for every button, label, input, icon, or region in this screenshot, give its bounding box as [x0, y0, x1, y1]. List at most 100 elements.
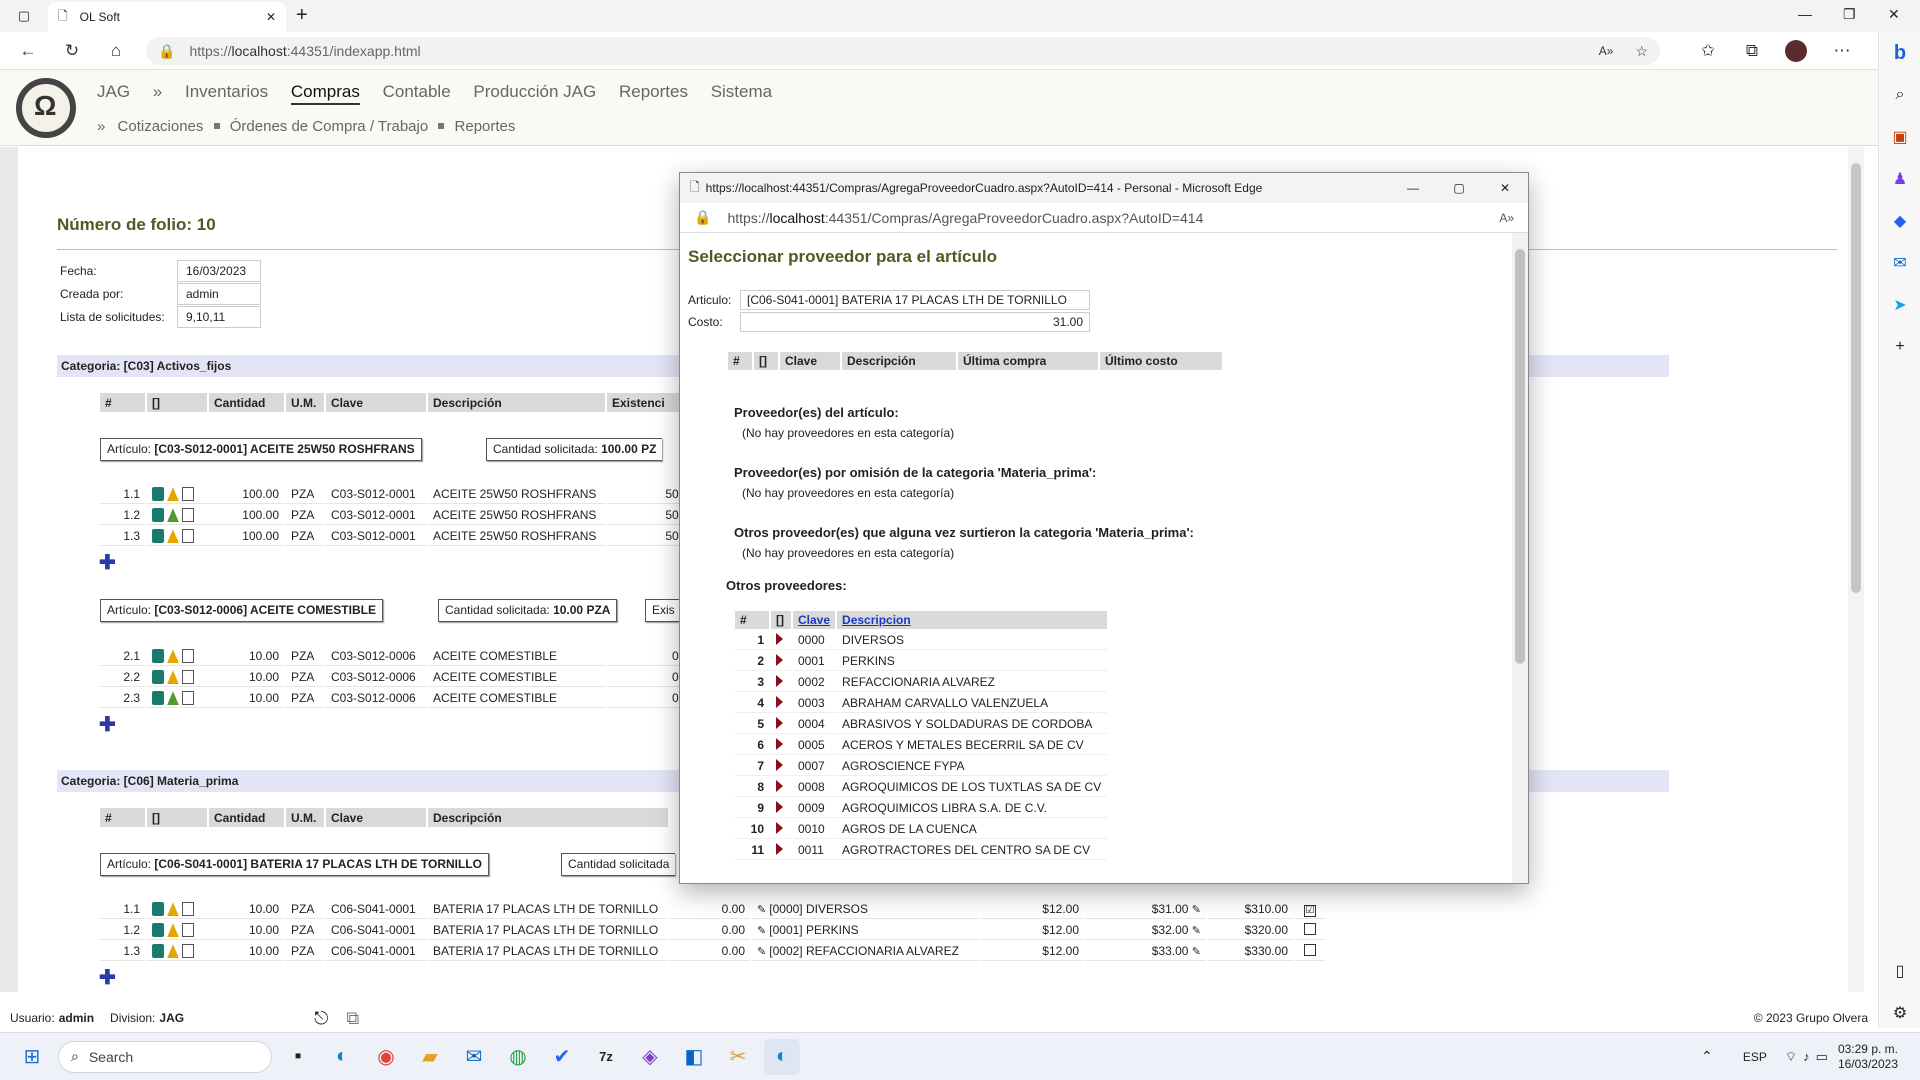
- copy-icon[interactable]: ⧉: [346, 1008, 359, 1029]
- provider-row[interactable]: 7 0007 AGROSCIENCE FYPA: [735, 757, 1108, 776]
- file-explorer-icon[interactable]: ▰: [412, 1039, 448, 1075]
- select-arrow-icon[interactable]: [776, 758, 783, 771]
- edit-icon[interactable]: [182, 944, 194, 959]
- edit-icon[interactable]: [182, 508, 194, 523]
- drop-icon[interactable]: ➤: [1879, 284, 1920, 326]
- add-row-icon[interactable]: ✚: [99, 712, 116, 737]
- edit-cost-icon[interactable]: ✎: [1192, 946, 1201, 958]
- add-row-icon[interactable]: ✚: [99, 965, 116, 990]
- edge-active-icon[interactable]: ◐: [764, 1038, 800, 1075]
- visual-studio-icon[interactable]: ◈: [632, 1039, 668, 1075]
- provider-row[interactable]: 5 0004 ABRASIVOS Y SOLDADURAS DE CORDOBA: [735, 715, 1108, 734]
- alert-icon[interactable]: [167, 691, 179, 706]
- trash-icon[interactable]: [152, 487, 164, 502]
- row-checkbox[interactable]: [1304, 922, 1316, 935]
- trash-icon[interactable]: [152, 923, 164, 938]
- more-menu-icon[interactable]: ⋯: [1826, 37, 1858, 65]
- edit-icon[interactable]: [182, 923, 194, 938]
- trash-icon[interactable]: [152, 902, 164, 917]
- outlook-icon[interactable]: ✉: [1879, 242, 1920, 284]
- maximize-icon[interactable]: ▢: [1436, 181, 1482, 195]
- 7zip-icon[interactable]: 7z: [588, 1039, 624, 1075]
- search-icon[interactable]: ⌕: [1879, 74, 1920, 116]
- popup-address-bar[interactable]: 🔒 https:// localhost :44351/Compras/Agre…: [680, 203, 1528, 233]
- alert-icon[interactable]: [167, 649, 179, 664]
- read-aloud-icon[interactable]: A»: [1599, 44, 1614, 58]
- provider-row[interactable]: 6 0005 ACEROS Y METALES BECERRIL SA DE CV: [735, 736, 1108, 755]
- close-icon[interactable]: ✕: [1482, 181, 1528, 195]
- provider-row[interactable]: 9 0009 AGROQUIMICOS LIBRA S.A. DE C.V.: [735, 799, 1108, 818]
- select-arrow-icon[interactable]: [776, 842, 783, 855]
- trash-icon[interactable]: [152, 944, 164, 959]
- bing-icon[interactable]: b: [1879, 32, 1920, 74]
- start-icon[interactable]: ⊞: [14, 1039, 50, 1075]
- menu-sistema[interactable]: Sistema: [711, 82, 772, 101]
- todo-icon[interactable]: ✔: [544, 1039, 580, 1075]
- whatsapp-icon[interactable]: ◍: [500, 1039, 536, 1075]
- battery-icon[interactable]: ▭: [1816, 1049, 1828, 1065]
- provider-row[interactable]: 8 0008 AGROQUIMICOS DE LOS TUXTLAS SA DE C…: [735, 778, 1108, 797]
- menu-compras[interactable]: Compras: [290, 82, 360, 105]
- alert-icon[interactable]: [167, 529, 179, 544]
- creada-por-field[interactable]: admin: [177, 283, 261, 305]
- provider-row[interactable]: 11 0011 AGROTRACTORES DEL CENTRO SA DE CV: [735, 841, 1108, 860]
- edit-icon[interactable]: [182, 487, 194, 502]
- edit-provider-icon[interactable]: ✎: [757, 904, 769, 916]
- games-icon[interactable]: ◆: [1879, 200, 1920, 242]
- select-arrow-icon[interactable]: [776, 716, 783, 729]
- alert-icon[interactable]: [167, 902, 179, 917]
- sort-clave-link[interactable]: Clave: [798, 613, 830, 627]
- select-arrow-icon[interactable]: [776, 653, 783, 666]
- edit-icon[interactable]: [182, 691, 194, 706]
- minimize-icon[interactable]: —: [1798, 6, 1812, 22]
- edit-cost-icon[interactable]: ✎: [1192, 904, 1201, 916]
- provider-row[interactable]: 3 0002 REFACCIONARIA ALVAREZ: [735, 673, 1108, 692]
- new-tab-icon[interactable]: +: [296, 4, 308, 27]
- row-checkbox[interactable]: [1304, 943, 1316, 956]
- settings-icon[interactable]: ⚙: [1879, 992, 1920, 1034]
- row-checkbox[interactable]: ☑: [1304, 904, 1316, 917]
- select-arrow-icon[interactable]: [776, 800, 783, 813]
- submenu-cotizaciones[interactable]: Cotizaciones: [118, 118, 204, 135]
- edit-icon[interactable]: [182, 670, 194, 685]
- select-arrow-icon[interactable]: [776, 821, 783, 834]
- fecha-field[interactable]: 16/03/2023: [177, 260, 261, 282]
- provider-row[interactable]: 1 0000 DIVERSOS: [735, 631, 1108, 650]
- collections-icon[interactable]: ⧉: [1736, 37, 1768, 65]
- refresh-icon[interactable]: ↻: [56, 37, 88, 65]
- trash-icon[interactable]: [152, 691, 164, 706]
- alert-icon[interactable]: [167, 944, 179, 959]
- sidebar-toggle-icon[interactable]: ▯: [1879, 950, 1920, 992]
- select-arrow-icon[interactable]: [776, 674, 783, 687]
- chrome-icon[interactable]: ◉: [368, 1039, 404, 1075]
- select-arrow-icon[interactable]: [776, 737, 783, 750]
- provider-row[interactable]: 4 0003 ABRAHAM CARVALLO VALENZUELA: [735, 694, 1108, 713]
- trash-icon[interactable]: [152, 670, 164, 685]
- shopping-icon[interactable]: ▣: [1879, 116, 1920, 158]
- language-indicator[interactable]: ESP: [1743, 1050, 1767, 1064]
- clock[interactable]: 03:29 p. m. 16/03/2023: [1838, 1042, 1898, 1072]
- favorite-icon[interactable]: ☆: [1635, 43, 1648, 60]
- tools-icon[interactable]: ♟: [1879, 158, 1920, 200]
- trash-icon[interactable]: [152, 508, 164, 523]
- select-arrow-icon[interactable]: [776, 632, 783, 645]
- alert-icon[interactable]: [167, 923, 179, 938]
- tray-chevron-icon[interactable]: ⌃: [1689, 1039, 1725, 1075]
- edit-cost-icon[interactable]: ✎: [1192, 925, 1201, 937]
- minimize-icon[interactable]: —: [1390, 181, 1436, 195]
- edit-icon[interactable]: [182, 649, 194, 664]
- favorites-icon[interactable]: ✩: [1692, 37, 1724, 65]
- taskbar-search[interactable]: ⌕ Search: [58, 1040, 272, 1073]
- add-sidebar-icon[interactable]: +: [1879, 326, 1920, 368]
- provider-row[interactable]: 10 0010 AGROS DE LA CUENCA: [735, 820, 1108, 839]
- back-icon[interactable]: ←: [12, 37, 44, 65]
- page-scrollbar-thumb[interactable]: [1851, 163, 1861, 593]
- browser-tab[interactable]: 🗋 OL Soft ✕: [48, 2, 286, 32]
- tab-actions-icon[interactable]: ▢: [12, 6, 36, 26]
- close-window-icon[interactable]: ✕: [1888, 6, 1900, 23]
- menu-produccion[interactable]: Producción JAG: [473, 82, 596, 101]
- edit-provider-icon[interactable]: ✎: [757, 925, 769, 937]
- restore-icon[interactable]: ❐: [1843, 6, 1856, 23]
- outlook-icon[interactable]: ◧: [676, 1039, 712, 1075]
- url-input[interactable]: 🔒 https:// localhost :44351/indexapp.htm…: [146, 37, 1660, 65]
